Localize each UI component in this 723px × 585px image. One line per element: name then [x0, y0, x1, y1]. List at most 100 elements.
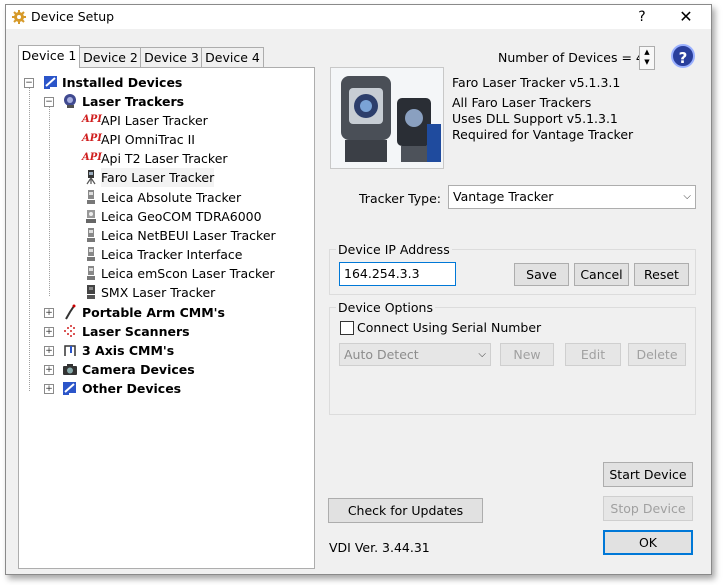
number-of-devices-label: Number of Devices = 4 — [498, 50, 644, 65]
smx-tracker-icon — [87, 285, 95, 299]
spin-up-icon[interactable]: ▲ — [640, 47, 654, 57]
device-tree[interactable]: − Installed Devices − Laser Trackers API… — [18, 67, 315, 569]
cmm-icon — [64, 345, 76, 356]
expand-icon[interactable]: + — [44, 308, 54, 318]
collapse-icon[interactable]: − — [44, 97, 54, 107]
tree-item-smx[interactable]: SMX Laser Tracker — [19, 283, 309, 302]
leica-tracker-icon — [87, 190, 95, 204]
spin-down-icon[interactable]: ▼ — [640, 57, 654, 67]
tab-device-3[interactable]: Device 3 — [140, 47, 203, 67]
device-info-requirement: Required for Vantage Tracker — [452, 127, 634, 142]
title-bar: Device Setup ? ✕ — [6, 5, 711, 29]
device-info-dll: Uses DLL Support v5.1.3.1 — [452, 111, 618, 126]
tree-item-leica-geocom[interactable]: Leica GeoCOM TDRA6000 — [19, 207, 309, 226]
serial-number-checkbox[interactable] — [340, 321, 354, 335]
tree-label: Portable Arm CMM's — [82, 305, 225, 320]
tree-item-installed-devices[interactable]: − Installed Devices — [19, 73, 309, 92]
tree-item-api-t2[interactable]: API Api T2 Laser Tracker — [19, 149, 309, 168]
save-button[interactable]: Save — [514, 263, 569, 286]
tracker-type-label: Tracker Type: — [359, 191, 441, 206]
faro-tracker-icon — [86, 170, 96, 185]
laser-tracker-photo — [331, 68, 443, 168]
laser-tracker-icon — [64, 94, 76, 108]
tree-label: API OmniTrac II — [101, 132, 195, 147]
tree-item-camera-devices[interactable]: + Camera Devices — [19, 360, 309, 379]
tree-label: Leica Tracker Interface — [101, 247, 243, 262]
reset-button[interactable]: Reset — [634, 263, 689, 286]
tree-label-installed-devices: Installed Devices — [62, 75, 183, 90]
help-title-button[interactable]: ? — [630, 7, 654, 27]
tracker-type-value: Vantage Tracker — [453, 189, 554, 204]
tab-device-4[interactable]: Device 4 — [201, 47, 264, 67]
ip-address-input[interactable]: 164.254.3.3 — [339, 262, 456, 286]
tree-item-other-devices[interactable]: + Other Devices — [19, 379, 309, 398]
window-title: Device Setup — [31, 9, 115, 24]
tree-item-portable-arm[interactable]: + Portable Arm CMM's — [19, 303, 309, 322]
tree-label-laser-trackers: Laser Trackers — [82, 94, 185, 109]
installed-devices-icon — [44, 76, 57, 89]
tab-device-2[interactable]: Device 2 — [79, 47, 142, 67]
cancel-button[interactable]: Cancel — [574, 263, 629, 286]
other-devices-icon — [63, 382, 76, 395]
edit-button[interactable]: Edit — [565, 343, 621, 366]
tree-item-laser-scanners[interactable]: + Laser Scanners — [19, 322, 309, 341]
device-options-group-title: Device Options — [336, 300, 435, 315]
auto-detect-select[interactable]: Auto Detect ⌵ — [339, 343, 491, 366]
tree-item-leica-interface[interactable]: Leica Tracker Interface — [19, 245, 309, 264]
tree-label: Leica emScon Laser Tracker — [101, 266, 275, 281]
tree-item-laser-trackers[interactable]: − Laser Trackers — [19, 92, 309, 111]
check-for-updates-button[interactable]: Check for Updates — [328, 498, 483, 523]
leica-tracker-icon — [87, 228, 95, 242]
tree-item-faro-laser-tracker[interactable]: Faro Laser Tracker — [19, 168, 309, 187]
device-info-name: Faro Laser Tracker v5.1.3.1 — [452, 75, 621, 90]
tree-item-leica-netbeui[interactable]: Leica NetBEUI Laser Tracker — [19, 226, 309, 245]
leica-geocom-icon — [86, 210, 96, 223]
tree-item-3-axis-cmm[interactable]: + 3 Axis CMM's — [19, 341, 309, 360]
tracker-type-select[interactable]: Vantage Tracker ⌵ — [448, 185, 696, 209]
new-button[interactable]: New — [500, 343, 554, 366]
tree-label: SMX Laser Tracker — [101, 285, 216, 300]
close-button[interactable]: ✕ — [674, 7, 698, 27]
version-label: VDI Ver. 3.44.31 — [329, 540, 430, 555]
expand-icon[interactable]: + — [44, 327, 54, 337]
tree-label: API Laser Tracker — [101, 113, 208, 128]
expand-icon[interactable]: + — [44, 346, 54, 356]
help-button[interactable]: ? — [671, 44, 695, 68]
delete-button[interactable]: Delete — [628, 343, 686, 366]
tree-label: Leica Absolute Tracker — [101, 190, 242, 205]
serial-number-label: Connect Using Serial Number — [357, 320, 542, 335]
tree-label: Camera Devices — [82, 362, 195, 377]
laser-scanner-icon — [64, 325, 75, 337]
tree-item-leica-absolute[interactable]: Leica Absolute Tracker — [19, 188, 309, 207]
tab-device-1[interactable]: Device 1 — [18, 45, 80, 68]
tree-item-api-laser-tracker[interactable]: API API Laser Tracker — [19, 111, 309, 130]
leica-tracker-icon — [87, 247, 95, 261]
start-device-button[interactable]: Start Device — [603, 462, 693, 487]
device-info-scope: All Faro Laser Trackers — [452, 95, 592, 110]
expand-icon[interactable]: + — [44, 384, 54, 394]
ip-address-group-title: Device IP Address — [336, 242, 452, 257]
camera-icon — [63, 364, 77, 375]
expand-icon[interactable]: + — [44, 365, 54, 375]
auto-detect-value: Auto Detect — [344, 347, 419, 362]
devices-spinner[interactable]: ▲ ▼ — [639, 46, 655, 70]
tree-item-leica-emscon[interactable]: Leica emScon Laser Tracker — [19, 264, 309, 283]
tree-label: Faro Laser Tracker — [101, 168, 215, 187]
device-setup-window: Device Setup ? ✕ Device 1 Device 2 Devic… — [5, 4, 712, 575]
stop-device-button[interactable]: Stop Device — [603, 496, 693, 521]
ok-button[interactable]: OK — [603, 530, 693, 555]
tree-label: 3 Axis CMM's — [82, 343, 175, 358]
portable-arm-icon — [65, 304, 76, 320]
tree-label: Laser Scanners — [82, 324, 190, 339]
leica-tracker-icon — [87, 266, 95, 280]
tree-label: Other Devices — [82, 381, 182, 396]
tree-label: Leica GeoCOM TDRA6000 — [101, 209, 262, 224]
device-image — [330, 67, 444, 169]
tree-label: Leica NetBEUI Laser Tracker — [101, 228, 276, 243]
tree-item-api-omnitrac[interactable]: API API OmniTrac II — [19, 130, 309, 149]
chevron-down-icon: ⌵ — [478, 349, 486, 360]
collapse-icon[interactable]: − — [24, 78, 34, 88]
chevron-down-icon: ⌵ — [683, 191, 691, 202]
gear-icon — [12, 10, 26, 24]
tree-label: Api T2 Laser Tracker — [101, 151, 228, 166]
